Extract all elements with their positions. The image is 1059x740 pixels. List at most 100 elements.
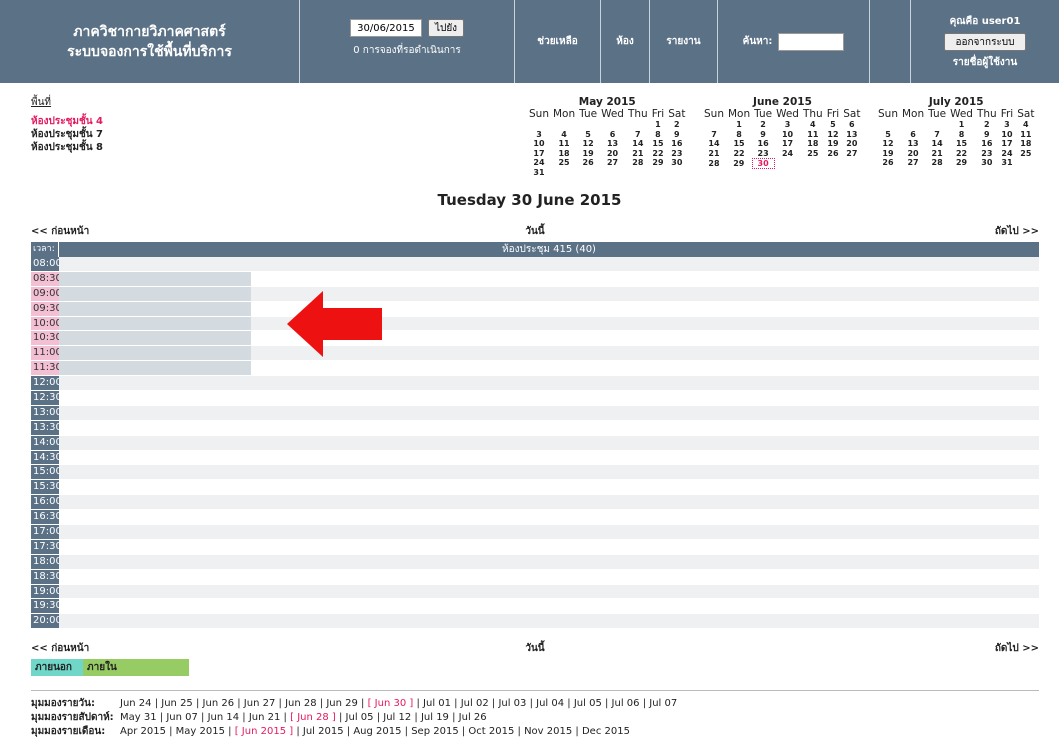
calendar-day[interactable]: 5 — [577, 130, 599, 140]
calendar-day[interactable]: 6 — [841, 120, 862, 130]
booking-cell[interactable] — [59, 257, 1039, 272]
view-link[interactable]: Jul 04 — [536, 698, 564, 709]
booking-cell[interactable] — [59, 465, 1039, 481]
calendar-day[interactable]: 24 — [999, 149, 1016, 159]
calendar-day[interactable]: 2 — [752, 120, 774, 130]
time-slot-label[interactable]: 11:00 — [31, 346, 62, 362]
calendar-day[interactable]: 12 — [876, 139, 900, 149]
calendar-day[interactable]: 8 — [650, 130, 667, 140]
time-slot-label[interactable]: 19:30 — [31, 599, 62, 615]
calendar-day[interactable]: 27 — [841, 149, 862, 159]
booking-cell[interactable] — [59, 435, 1039, 451]
calendar-day[interactable]: 9 — [975, 130, 999, 140]
calendar-day[interactable]: 30 — [666, 158, 687, 168]
calendar-day[interactable]: 24 — [527, 158, 551, 168]
room-column-header[interactable]: ห้องประชุม 415 (40) — [59, 242, 1039, 257]
calendar-day[interactable]: 20 — [900, 149, 926, 159]
booking-cell[interactable] — [59, 316, 1039, 332]
calendar-day[interactable]: 5 — [876, 130, 900, 140]
view-link[interactable]: Jul 07 — [649, 698, 677, 709]
calendar-month-title[interactable]: June 2015 — [702, 96, 863, 108]
calendar-day[interactable]: 4 — [801, 120, 825, 130]
calendar-day[interactable]: 3 — [774, 120, 801, 130]
calendar-day[interactable]: 19 — [876, 149, 900, 159]
time-slot-label[interactable]: 09:00 — [31, 286, 62, 302]
view-link[interactable]: Nov 2015 — [524, 726, 572, 737]
pending-bookings-link[interactable]: 0 การจองที่รอดำเนินการ — [353, 43, 461, 58]
booking-cell[interactable] — [59, 391, 1039, 406]
time-slot-label[interactable]: 11:30 — [31, 361, 62, 377]
user-list-link[interactable]: รายชื่อผู้ใช้งาน — [953, 55, 1018, 70]
calendar-day[interactable]: 18 — [551, 149, 577, 159]
calendar-day[interactable]: 17 — [527, 149, 551, 159]
area-item-floor-7[interactable]: ห้องประชุมชั้น 7 — [31, 128, 103, 141]
time-slot-label[interactable]: 17:00 — [31, 525, 62, 540]
time-slot-label[interactable]: 20:00 — [31, 614, 62, 630]
calendar-day[interactable]: 17 — [999, 139, 1016, 149]
calendar-day[interactable]: 26 — [825, 149, 842, 159]
calendar-day[interactable]: 3 — [999, 120, 1016, 130]
search-input[interactable] — [778, 32, 845, 51]
view-link[interactable]: Jul 12 — [383, 712, 411, 723]
area-item-floor-4[interactable]: ห้องประชุมชั้น 4 — [31, 115, 103, 128]
calendar-day[interactable]: 5 — [825, 120, 842, 130]
calendar-day[interactable]: 27 — [599, 158, 626, 168]
calendar-day[interactable]: 31 — [999, 158, 1016, 168]
time-slot-label[interactable]: 10:30 — [31, 331, 62, 347]
booking-cell[interactable] — [59, 539, 1039, 555]
calendar-day[interactable]: 18 — [801, 139, 825, 149]
booking-cell[interactable] — [59, 480, 1039, 496]
help-link[interactable]: ช่วยเหลือ — [515, 0, 601, 83]
calendar-day[interactable]: 12 — [577, 139, 599, 149]
report-link[interactable]: รายงาน — [650, 0, 718, 83]
calendar-day[interactable]: 15 — [726, 139, 752, 149]
calendar-day[interactable]: 25 — [801, 149, 825, 159]
calendar-day[interactable]: 12 — [825, 130, 842, 140]
calendar-day[interactable]: 17 — [774, 139, 801, 149]
time-slot-label[interactable]: 13:30 — [31, 420, 62, 436]
view-link[interactable]: Jul 06 — [612, 698, 640, 709]
area-item-floor-8[interactable]: ห้องประชุมชั้น 8 — [31, 141, 103, 154]
calendar-month-title[interactable]: May 2015 — [527, 96, 687, 108]
view-link[interactable]: Dec 2015 — [582, 726, 630, 737]
booking-cell[interactable] — [59, 331, 1039, 347]
calendar-day[interactable]: 27 — [900, 158, 926, 168]
calendar-day[interactable]: 22 — [726, 149, 752, 159]
calendar-day[interactable]: 13 — [841, 130, 862, 140]
time-slot-label[interactable]: 18:30 — [31, 569, 62, 585]
calendar-day[interactable]: 23 — [975, 149, 999, 159]
today-link[interactable]: วันนี้ — [31, 224, 1039, 239]
calendar-day[interactable]: 4 — [1015, 120, 1036, 130]
time-slot-label[interactable]: 14:00 — [31, 435, 62, 451]
view-link[interactable]: [ Jun 30 ] — [368, 698, 414, 709]
time-slot-label[interactable]: 15:00 — [31, 465, 62, 481]
booking-cell[interactable] — [59, 271, 1039, 287]
calendar-day[interactable]: 23 — [666, 149, 687, 159]
calendar-day[interactable]: 23 — [752, 149, 774, 159]
view-link[interactable]: [ Jun 2015 ] — [235, 726, 293, 737]
time-slot-label[interactable]: 15:30 — [31, 480, 62, 496]
view-link[interactable]: Jun 28 — [285, 698, 317, 709]
booking-cell[interactable] — [59, 614, 1039, 630]
view-link[interactable]: Jun 25 — [161, 698, 193, 709]
view-link[interactable]: Jun 24 — [120, 698, 152, 709]
calendar-day[interactable]: 8 — [726, 130, 752, 140]
calendar-day[interactable]: 21 — [702, 149, 726, 159]
time-slot-label[interactable]: 17:30 — [31, 539, 62, 555]
booking-cell[interactable] — [59, 584, 1039, 600]
time-slot-label[interactable]: 14:30 — [31, 450, 62, 466]
view-link[interactable]: Jul 02 — [461, 698, 489, 709]
view-link[interactable]: Jul 2015 — [303, 726, 344, 737]
calendar-day[interactable]: 15 — [948, 139, 975, 149]
calendar-day[interactable]: 28 — [626, 158, 650, 168]
booking-cell[interactable] — [59, 495, 1039, 511]
view-link[interactable]: Jun 07 — [166, 712, 198, 723]
calendar-day[interactable]: 11 — [1015, 130, 1036, 140]
calendar-day[interactable]: 22 — [650, 149, 667, 159]
calendar-day[interactable]: 14 — [626, 139, 650, 149]
calendar-day[interactable]: 11 — [551, 139, 577, 149]
calendar-day[interactable]: 1 — [948, 120, 975, 130]
calendar-day[interactable]: 9 — [666, 130, 687, 140]
calendar-day[interactable]: 8 — [948, 130, 975, 140]
time-slot-label[interactable]: 09:30 — [31, 301, 62, 317]
